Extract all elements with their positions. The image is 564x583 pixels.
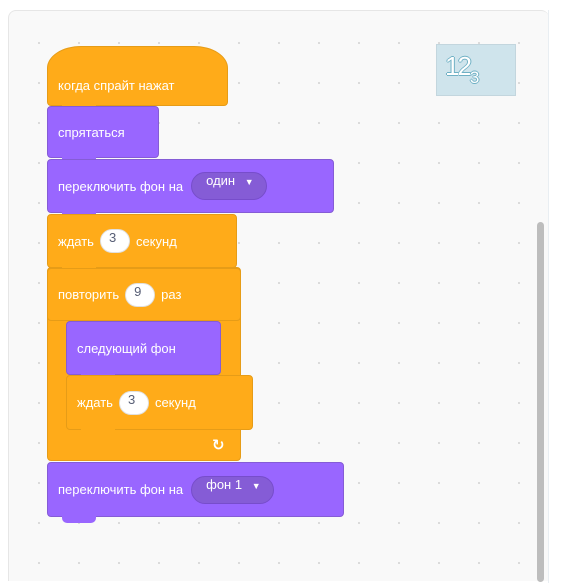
scrollbar-track bbox=[548, 10, 564, 583]
hide-label: спрятаться bbox=[58, 124, 125, 140]
backdrop-dropdown-2[interactable]: фон 1 ▼ bbox=[191, 475, 274, 504]
chevron-down-icon: ▼ bbox=[244, 177, 254, 187]
wait-inner-label: ждать bbox=[77, 395, 113, 410]
next-backdrop-label: следующий фон bbox=[77, 340, 176, 356]
wait-block-inner[interactable]: ждать 3 секунд bbox=[66, 375, 253, 436]
when-sprite-clicked-label: когда спрайт нажат bbox=[58, 77, 175, 93]
sprite-glyph-main: 12 bbox=[445, 51, 472, 81]
wait-inner-suffix: секунд bbox=[154, 395, 196, 410]
next-backdrop-block[interactable]: следующий фон bbox=[66, 321, 221, 381]
backdrop-dropdown-value: один bbox=[206, 173, 236, 188]
wait-block[interactable]: ждать 3 секунд bbox=[47, 214, 237, 274]
switch-backdrop-block[interactable]: переключить фон на один ▼ bbox=[47, 159, 334, 219]
wait-seconds-input[interactable]: 3 bbox=[99, 229, 130, 253]
repeat-block[interactable]: повторить 9 раз bbox=[47, 268, 241, 321]
switch-backdrop-2-label: переключить фон на bbox=[58, 482, 184, 497]
backdrop-dropdown[interactable]: один ▼ bbox=[191, 172, 267, 200]
wait-suffix: секунд bbox=[135, 233, 177, 249]
wait-label: ждать bbox=[58, 233, 94, 249]
repeat-label: повторить bbox=[58, 287, 120, 302]
sprite-thumbnail: 123 bbox=[436, 44, 516, 96]
backdrop-dropdown-2-value: фон 1 bbox=[206, 476, 243, 492]
sprite-glyph: 123 bbox=[445, 51, 480, 87]
switch-backdrop-label: переключить фон на bbox=[58, 178, 184, 194]
repeat-count-input[interactable]: 9 bbox=[125, 282, 156, 307]
switch-backdrop-block-2[interactable]: переключить фон на фон 1 ▼ bbox=[47, 462, 344, 523]
code-area-frame: 123 когда спрайт нажат спрятаться перекл… bbox=[0, 0, 564, 583]
loop-arrow-icon: ↻ bbox=[212, 437, 225, 454]
vertical-scrollbar[interactable] bbox=[537, 222, 544, 582]
hide-block[interactable]: спрятаться bbox=[47, 106, 159, 164]
chevron-down-icon: ▼ bbox=[251, 480, 261, 491]
repeat-suffix: раз bbox=[161, 287, 182, 302]
sprite-glyph-sub: 3 bbox=[469, 68, 480, 87]
wait-inner-seconds-input[interactable]: 3 bbox=[118, 390, 149, 415]
when-sprite-clicked-block[interactable]: когда спрайт нажат bbox=[47, 46, 228, 112]
